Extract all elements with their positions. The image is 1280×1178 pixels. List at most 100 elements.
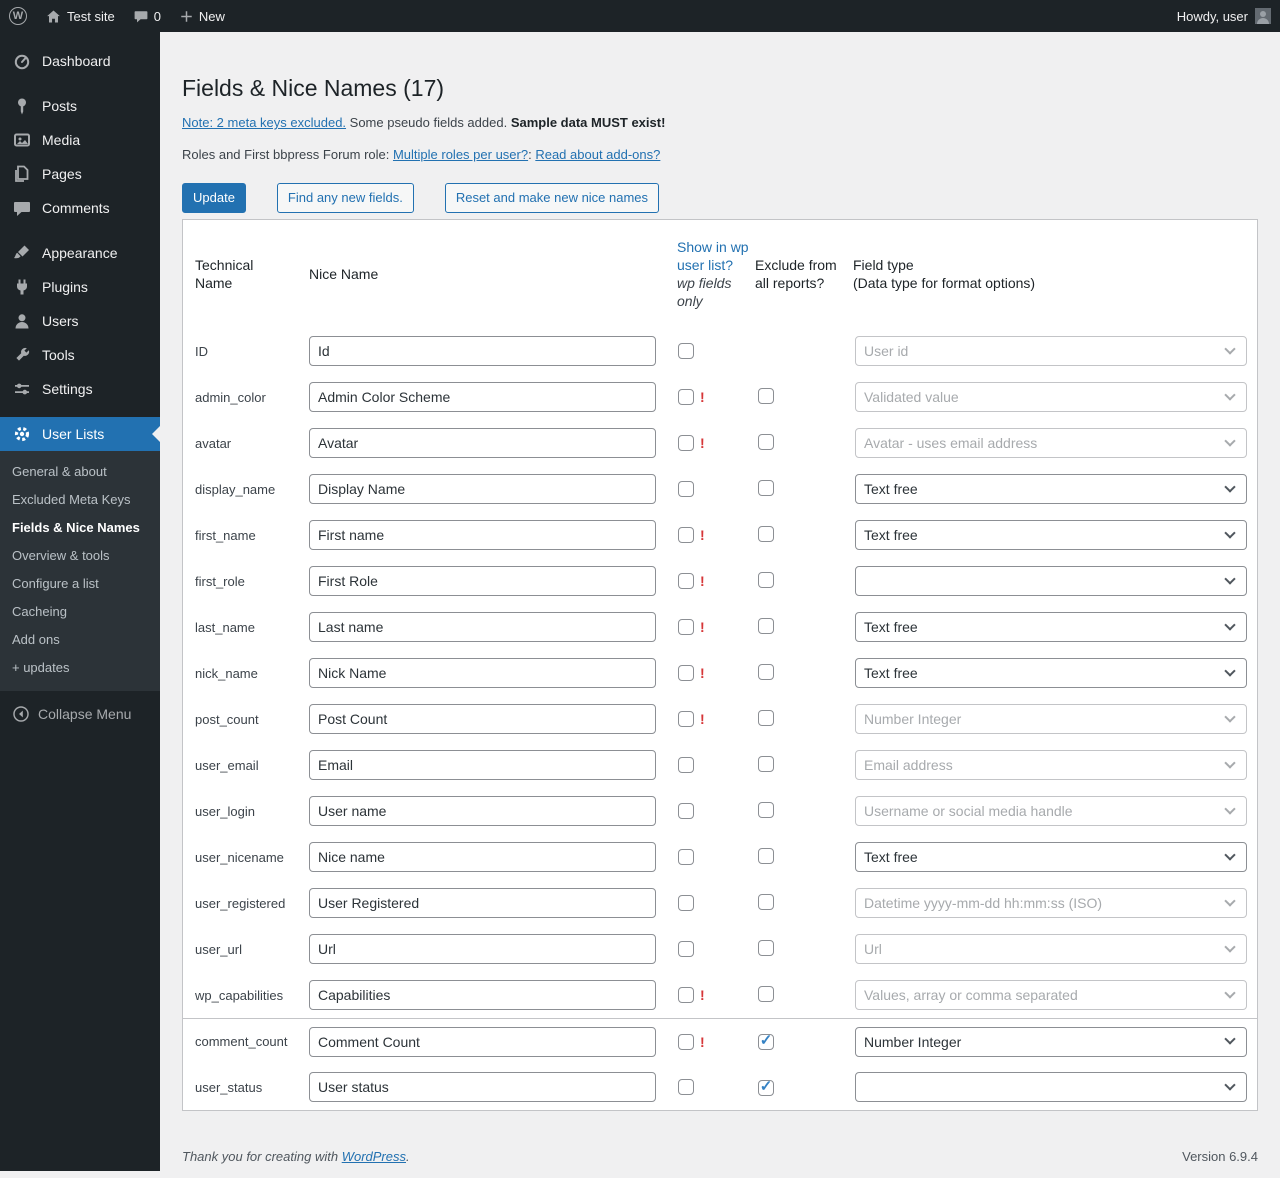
exclude-checkbox[interactable]: ✓ bbox=[758, 709, 774, 726]
my-account[interactable]: Howdy, user bbox=[1168, 0, 1248, 32]
show-checkbox[interactable]: ✓ bbox=[678, 527, 694, 543]
field-type-select[interactable]: User id bbox=[855, 336, 1247, 366]
avatar[interactable] bbox=[1255, 8, 1271, 24]
comments-shortcut[interactable]: 0 bbox=[124, 0, 170, 32]
sidebar-item-media[interactable]: Media bbox=[0, 123, 160, 157]
field-type-select[interactable]: Text free bbox=[855, 474, 1247, 504]
field-type-select[interactable]: Number Integer bbox=[855, 704, 1247, 734]
meta-keys-excluded-link[interactable]: Note: 2 meta keys excluded. bbox=[182, 115, 346, 130]
sidebar-item-pages[interactable]: Pages bbox=[0, 157, 160, 191]
show-checkbox[interactable]: ✓ bbox=[678, 389, 694, 405]
submenu-item-add-ons[interactable]: Add ons bbox=[0, 626, 160, 654]
field-type-select[interactable]: Validated value bbox=[855, 382, 1247, 412]
exclude-checkbox[interactable]: ✓ bbox=[758, 1079, 774, 1096]
nice-name-input[interactable] bbox=[309, 980, 656, 1010]
show-checkbox[interactable]: ✓ bbox=[678, 343, 694, 359]
nice-name-input[interactable] bbox=[309, 336, 656, 366]
submenu-item-configure-a-list[interactable]: Configure a list bbox=[0, 570, 160, 598]
nice-name-input[interactable] bbox=[309, 658, 656, 688]
read-about-addons-link[interactable]: Read about add-ons? bbox=[535, 147, 660, 162]
sidebar-item-dashboard[interactable]: Dashboard bbox=[0, 44, 160, 78]
sidebar-item-plugins[interactable]: Plugins bbox=[0, 270, 160, 304]
show-checkbox[interactable]: ✓ bbox=[678, 803, 694, 819]
sidebar-item-tools[interactable]: Tools bbox=[0, 338, 160, 372]
show-checkbox[interactable]: ✓ bbox=[678, 619, 694, 635]
exclude-checkbox[interactable]: ✓ bbox=[758, 985, 774, 1002]
sidebar-item-settings[interactable]: Settings bbox=[0, 372, 160, 406]
field-type-select[interactable]: Text free bbox=[855, 842, 1247, 872]
show-checkbox[interactable]: ✓ bbox=[678, 435, 694, 451]
field-type-select[interactable]: Avatar - uses email address bbox=[855, 428, 1247, 458]
show-checkbox[interactable]: ✓ bbox=[678, 941, 694, 957]
field-type-select[interactable]: Datetime yyyy-mm-dd hh:mm:ss (ISO) bbox=[855, 888, 1247, 918]
show-checkbox[interactable]: ✓ bbox=[678, 481, 694, 497]
reset-nice-names-button[interactable]: Reset and make new nice names bbox=[444, 183, 660, 213]
nice-name-input[interactable] bbox=[309, 428, 656, 458]
nice-name-input[interactable] bbox=[309, 566, 656, 596]
nice-name-input[interactable] bbox=[309, 474, 656, 504]
submenu-item-excluded-meta-keys[interactable]: Excluded Meta Keys bbox=[0, 486, 160, 514]
exclude-checkbox[interactable]: ✓ bbox=[758, 1033, 774, 1050]
show-checkbox[interactable]: ✓ bbox=[678, 1033, 694, 1050]
field-type-select[interactable]: Text free bbox=[855, 612, 1247, 642]
show-checkbox[interactable]: ✓ bbox=[678, 849, 694, 865]
nice-name-input[interactable] bbox=[309, 520, 656, 550]
show-checkbox[interactable]: ✓ bbox=[678, 757, 694, 773]
wordpress-menu[interactable]: W bbox=[0, 0, 36, 32]
show-checkbox[interactable]: ✓ bbox=[678, 711, 694, 727]
nice-name-input[interactable] bbox=[309, 612, 656, 642]
exclude-checkbox[interactable]: ✓ bbox=[758, 893, 774, 910]
exclude-checkbox[interactable]: ✓ bbox=[758, 479, 774, 496]
show-in-wp-user-list-link[interactable]: Show in wp user list? bbox=[677, 238, 755, 274]
exclude-checkbox[interactable]: ✓ bbox=[758, 433, 774, 450]
nice-name-input[interactable] bbox=[309, 1072, 656, 1102]
submenu-item-overview-tools[interactable]: Overview & tools bbox=[0, 542, 160, 570]
site-link[interactable]: Test site bbox=[36, 0, 124, 32]
show-checkbox[interactable]: ✓ bbox=[678, 987, 694, 1003]
find-new-fields-button[interactable]: Find any new fields. bbox=[276, 183, 414, 213]
update-button[interactable]: Update bbox=[182, 183, 246, 213]
nice-name-input[interactable] bbox=[309, 934, 656, 964]
nice-name-input[interactable] bbox=[309, 704, 656, 734]
field-type-select[interactable]: Url bbox=[855, 934, 1247, 964]
field-type-select[interactable]: Text free bbox=[855, 658, 1247, 688]
nice-name-input[interactable] bbox=[309, 750, 656, 780]
nice-name-input[interactable] bbox=[309, 1026, 656, 1057]
exclude-checkbox[interactable]: ✓ bbox=[758, 755, 774, 772]
sidebar-item-posts[interactable]: Posts bbox=[0, 89, 160, 123]
exclude-checkbox[interactable]: ✓ bbox=[758, 617, 774, 634]
field-type-select[interactable]: Text free bbox=[855, 520, 1247, 550]
show-checkbox[interactable]: ✓ bbox=[678, 573, 694, 589]
nice-name-input[interactable] bbox=[309, 796, 656, 826]
wordpress-link[interactable]: WordPress bbox=[342, 1149, 406, 1164]
nice-name-input[interactable] bbox=[309, 888, 656, 918]
submenu-item-cacheing[interactable]: Cacheing bbox=[0, 598, 160, 626]
submenu-item-fields-nice-names[interactable]: Fields & Nice Names bbox=[0, 514, 160, 542]
submenu-item-general-about[interactable]: General & about bbox=[0, 458, 160, 486]
exclude-checkbox[interactable]: ✓ bbox=[758, 847, 774, 864]
exclude-checkbox[interactable]: ✓ bbox=[758, 525, 774, 542]
nice-name-input[interactable] bbox=[309, 842, 656, 872]
show-checkbox[interactable]: ✓ bbox=[678, 1079, 694, 1095]
exclude-checkbox[interactable]: ✓ bbox=[758, 801, 774, 818]
field-type-select[interactable]: Username or social media handle bbox=[855, 796, 1247, 826]
exclude-checkbox[interactable]: ✓ bbox=[758, 571, 774, 588]
exclude-checkbox[interactable]: ✓ bbox=[758, 663, 774, 680]
multiple-roles-link[interactable]: Multiple roles per user? bbox=[393, 147, 528, 162]
field-type-select[interactable]: Number Integer bbox=[855, 1026, 1247, 1057]
sidebar-item-users[interactable]: Users bbox=[0, 304, 160, 338]
collapse-menu-button[interactable]: Collapse Menu bbox=[0, 697, 160, 731]
field-type-select[interactable] bbox=[855, 566, 1247, 596]
field-type-select[interactable]: Values, array or comma separated bbox=[855, 980, 1247, 1010]
field-type-select[interactable] bbox=[855, 1072, 1247, 1102]
show-checkbox[interactable]: ✓ bbox=[678, 895, 694, 911]
exclude-checkbox[interactable]: ✓ bbox=[758, 387, 774, 404]
submenu-item-updates[interactable]: + updates bbox=[0, 654, 160, 682]
sidebar-item-appearance[interactable]: Appearance bbox=[0, 236, 160, 270]
exclude-checkbox[interactable]: ✓ bbox=[758, 939, 774, 956]
sidebar-item-user-lists[interactable]: User Lists bbox=[0, 417, 160, 451]
show-checkbox[interactable]: ✓ bbox=[678, 665, 694, 681]
new-content-button[interactable]: New bbox=[170, 0, 234, 32]
field-type-select[interactable]: Email address bbox=[855, 750, 1247, 780]
sidebar-item-comments[interactable]: Comments bbox=[0, 191, 160, 225]
